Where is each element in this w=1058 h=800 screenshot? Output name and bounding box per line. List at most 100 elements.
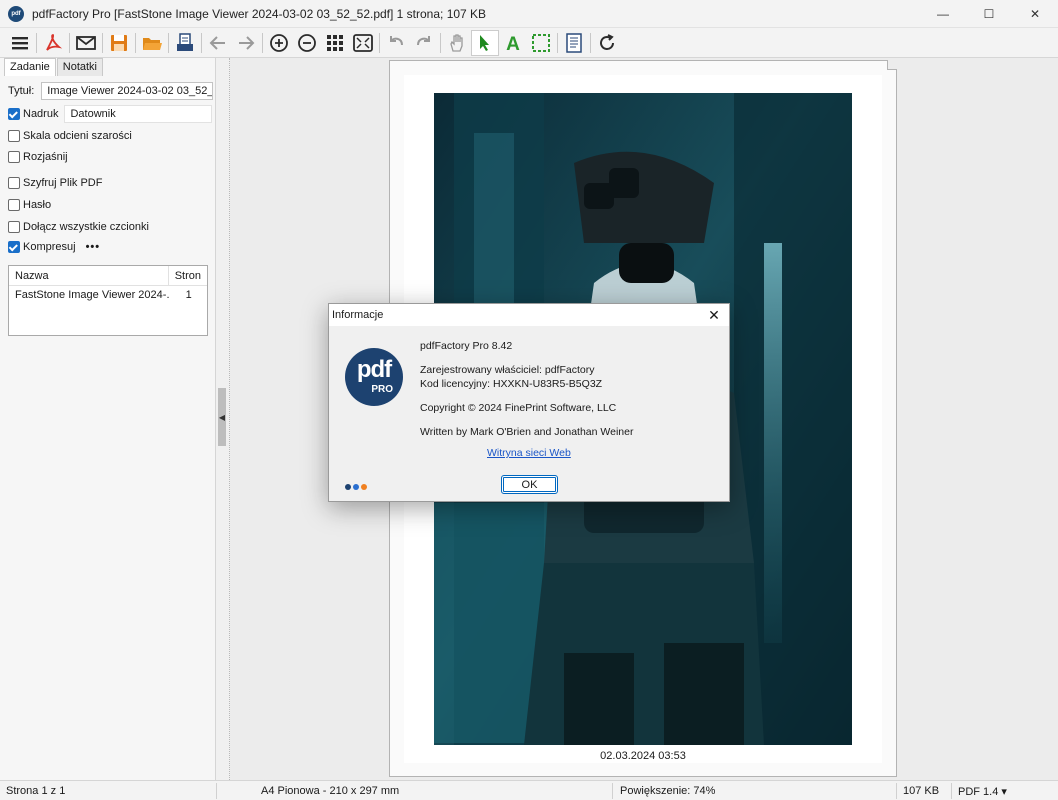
column-header-pages[interactable]: Stron bbox=[169, 266, 207, 285]
encrypt-checkbox[interactable] bbox=[8, 177, 20, 189]
toolbar-separator bbox=[135, 32, 136, 53]
document-properties-icon[interactable] bbox=[560, 30, 588, 56]
grayscale-row: Skala odcieni szarości bbox=[8, 130, 132, 142]
lighten-label: Rozjaśnij bbox=[23, 151, 68, 163]
tab-zadanie[interactable]: Zadanie bbox=[4, 58, 56, 76]
toolbar-separator bbox=[69, 32, 70, 53]
status-divider bbox=[612, 783, 613, 799]
loading-dots-icon bbox=[345, 484, 369, 490]
close-window-button[interactable]: ✕ bbox=[1012, 0, 1058, 28]
panel-tabs: Zadanie Notatki bbox=[4, 58, 104, 76]
embed-fonts-row: Dołącz wszystkie czcionki bbox=[8, 221, 149, 233]
license-code: Kod licencyjny: HXXKN-U83R5-B5Q3Z bbox=[420, 378, 603, 390]
grid-icon[interactable] bbox=[321, 30, 349, 56]
dialog-title-bar: Informacje ✕ bbox=[329, 304, 729, 326]
nadruk-label: Nadruk bbox=[23, 108, 59, 120]
toolbar-separator bbox=[168, 32, 169, 53]
title-input[interactable]: Image Viewer 2024-03-02 03_52_52 bbox=[41, 82, 214, 100]
authors-text: Written by Mark O'Brien and Jonathan Wei… bbox=[420, 426, 634, 438]
encrypt-label: Szyfruj Plik PDF bbox=[23, 177, 103, 189]
dialog-close-button[interactable]: ✕ bbox=[705, 306, 723, 324]
nadruk-row: Nadruk Datownik bbox=[8, 105, 213, 123]
fit-page-icon[interactable] bbox=[349, 30, 377, 56]
embed-fonts-label: Dołącz wszystkie czcionki bbox=[23, 221, 149, 233]
lighten-row: Rozjaśnij bbox=[8, 151, 68, 163]
pdffactory-pro-logo: pdf PRO bbox=[345, 348, 403, 406]
main-toolbar: A bbox=[0, 28, 1058, 58]
text-tool-icon[interactable]: A bbox=[499, 30, 527, 56]
email-icon[interactable] bbox=[72, 30, 100, 56]
status-divider bbox=[896, 783, 897, 799]
compress-checkbox[interactable] bbox=[8, 241, 20, 253]
status-file-size: 107 KB bbox=[903, 785, 940, 797]
pointer-icon[interactable] bbox=[471, 29, 499, 56]
status-bar: Strona 1 z 1 A4 Pionowa - 210 x 297 mm P… bbox=[0, 780, 1058, 800]
panel-splitter[interactable]: ◀ bbox=[216, 58, 230, 780]
ok-button[interactable]: OK bbox=[501, 475, 558, 494]
website-link[interactable]: Witryna sieci Web bbox=[487, 447, 571, 459]
grayscale-checkbox[interactable] bbox=[8, 130, 20, 142]
registered-owner: Zarejestrowany właściciel: pdfFactory bbox=[420, 364, 595, 376]
open-folder-icon[interactable] bbox=[138, 30, 166, 56]
status-divider bbox=[216, 783, 217, 799]
pdf-version-dropdown[interactable]: PDF 1.4 ▾ bbox=[958, 785, 1007, 798]
save-icon[interactable] bbox=[105, 30, 133, 56]
compress-row: Kompresuj ••• bbox=[8, 241, 100, 253]
file-name-cell: FastStone Image Viewer 2024-... bbox=[15, 289, 171, 301]
undo-icon[interactable] bbox=[382, 30, 410, 56]
window-controls: — ☐ ✕ bbox=[920, 0, 1058, 28]
job-settings-panel: Zadanie Notatki Tytuł: Image Viewer 2024… bbox=[0, 58, 216, 780]
window-title: pdfFactory Pro [FastStone Image Viewer 2… bbox=[32, 6, 487, 21]
svg-text:A: A bbox=[506, 34, 520, 54]
file-pages-cell: 1 bbox=[185, 289, 192, 301]
tab-notatki[interactable]: Notatki bbox=[56, 58, 104, 76]
toolbar-separator bbox=[102, 32, 103, 53]
column-header-name[interactable]: Nazwa bbox=[9, 266, 169, 285]
dialog-title: Informacje bbox=[332, 309, 384, 321]
minimize-button[interactable]: — bbox=[920, 0, 966, 28]
grayscale-label: Skala odcieni szarości bbox=[23, 130, 132, 142]
embed-fonts-checkbox[interactable] bbox=[8, 221, 20, 233]
collapse-panel-handle[interactable]: ◀ bbox=[218, 388, 226, 446]
select-rectangle-icon[interactable] bbox=[527, 30, 555, 56]
pdffactory-app-icon[interactable]: pdf bbox=[8, 5, 24, 22]
redo-icon[interactable] bbox=[410, 30, 438, 56]
lighten-checkbox[interactable] bbox=[8, 151, 20, 163]
hand-icon[interactable] bbox=[443, 30, 471, 56]
menu-icon[interactable] bbox=[6, 30, 34, 56]
pdf-icon[interactable] bbox=[39, 30, 67, 56]
status-page: Strona 1 z 1 bbox=[6, 785, 66, 797]
compress-options-button[interactable]: ••• bbox=[86, 241, 101, 253]
toolbar-separator bbox=[201, 32, 202, 53]
status-paper-size: A4 Pionowa - 210 x 297 mm bbox=[261, 785, 400, 797]
nadruk-checkbox[interactable] bbox=[8, 108, 20, 120]
copyright-text: Copyright © 2024 FinePrint Software, LLC bbox=[420, 402, 617, 414]
zoom-out-icon[interactable] bbox=[293, 30, 321, 56]
password-checkbox[interactable] bbox=[8, 199, 20, 211]
toolbar-separator bbox=[262, 32, 263, 53]
toolbar-separator bbox=[36, 32, 37, 53]
about-dialog: Informacje ✕ pdf PRO pdfFactory Pro 8.42… bbox=[328, 303, 730, 502]
refresh-icon[interactable] bbox=[593, 30, 621, 56]
nadruk-type-dropdown[interactable]: Datownik bbox=[64, 105, 213, 123]
zoom-in-icon[interactable] bbox=[265, 30, 293, 56]
encrypt-row: Szyfruj Plik PDF bbox=[8, 177, 102, 189]
file-list-header: Nazwa Stron bbox=[9, 266, 207, 286]
toolbar-separator bbox=[440, 32, 441, 53]
print-icon[interactable] bbox=[171, 30, 199, 56]
maximize-button[interactable]: ☐ bbox=[966, 0, 1012, 28]
list-item[interactable]: FastStone Image Viewer 2024-... 1 bbox=[9, 286, 207, 304]
title-label: Tytuł: bbox=[8, 85, 35, 97]
status-zoom: Powiększenie: 74% bbox=[620, 785, 716, 797]
toolbar-separator bbox=[557, 32, 558, 53]
compress-label: Kompresuj bbox=[23, 241, 76, 253]
title-bar: pdf pdfFactory Pro [FastStone Image View… bbox=[0, 0, 1058, 28]
password-row: Hasło bbox=[8, 199, 51, 211]
status-divider bbox=[951, 783, 952, 799]
logo-sub-text: PRO bbox=[371, 384, 393, 395]
page-fold-corner bbox=[887, 60, 897, 70]
forward-arrow-icon[interactable] bbox=[232, 30, 260, 56]
back-arrow-icon[interactable] bbox=[204, 30, 232, 56]
toolbar-separator bbox=[590, 32, 591, 53]
title-row: Tytuł: Image Viewer 2024-03-02 03_52_52 bbox=[8, 82, 214, 100]
